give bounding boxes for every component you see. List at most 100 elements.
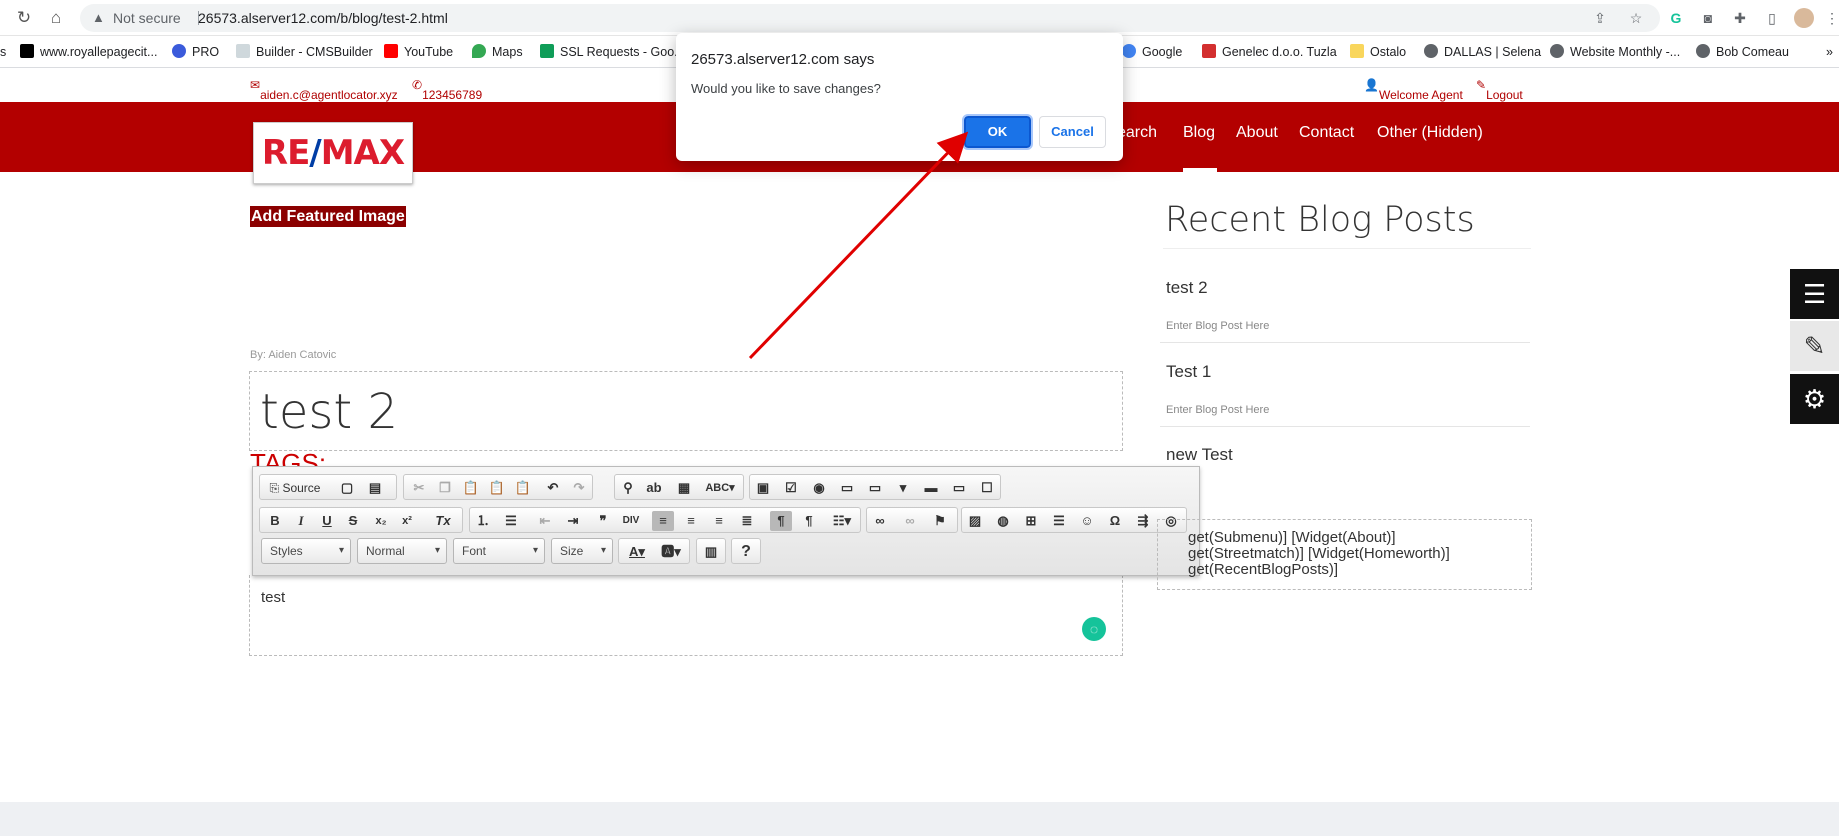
edit-page-icon[interactable]: ✎ <box>1790 321 1839 371</box>
widgets-area[interactable]: get(Submenu)] [Widget(About)] get(Street… <box>1157 519 1532 590</box>
strikethrough-button[interactable]: S <box>342 511 364 531</box>
nav-contact[interactable]: Contact <box>1299 124 1354 148</box>
nav-search[interactable]: earch <box>1117 124 1157 148</box>
sidepanel-icon[interactable]: ▯ <box>1762 8 1782 28</box>
extensions-icon[interactable]: ✚ <box>1730 8 1750 28</box>
bookmark-dallas[interactable]: DALLAS | Selena <box>1424 36 1541 68</box>
add-featured-image-button[interactable]: Add Featured Image <box>250 206 406 227</box>
hidden-field-icon[interactable]: ☐ <box>976 478 998 498</box>
recent-post-title[interactable]: new Test <box>1166 445 1233 465</box>
bookmark-item[interactable]: s <box>0 36 6 68</box>
recent-post-title[interactable]: test 2 <box>1166 278 1208 298</box>
nav-about[interactable]: About <box>1236 124 1278 148</box>
text-color-button[interactable]: A▾ <box>623 542 651 562</box>
bookmark-genelec[interactable]: Genelec d.o.o. Tuzla <box>1202 36 1337 68</box>
source-button[interactable]: ⎘ Source <box>264 478 326 498</box>
menu-icon[interactable]: ⋮ <box>1822 8 1839 28</box>
reload-icon[interactable]: ↻ <box>14 8 34 28</box>
bookmark-google[interactable]: Google <box>1122 36 1182 68</box>
bookmark-folder-ostalo[interactable]: Ostalo <box>1350 36 1406 68</box>
nav-other-hidden[interactable]: Other (Hidden) <box>1377 124 1483 148</box>
italic-button[interactable]: I <box>290 511 312 531</box>
hamburger-menu-icon[interactable]: ☰ <box>1790 269 1839 319</box>
indent-icon[interactable]: ⇥ <box>562 511 584 531</box>
bookmark-bob-comeau[interactable]: Bob Comeau <box>1696 36 1789 68</box>
phone-link[interactable]: ✆ 123456789 <box>412 78 482 102</box>
textfield-icon[interactable]: ▭ <box>836 478 858 498</box>
paste-word-icon[interactable]: 📋 <box>512 478 534 498</box>
select-all-icon[interactable]: ▦ <box>673 478 695 498</box>
div-container-icon[interactable]: DIV <box>620 511 642 531</box>
profile-avatar[interactable] <box>1794 8 1814 28</box>
recent-post-title[interactable]: Test 1 <box>1166 362 1211 382</box>
paste-icon[interactable]: 📋 <box>460 478 482 498</box>
url-input[interactable]: ▲ Not secure 26573.alserver12.com/b/blog… <box>80 4 1660 32</box>
share-icon[interactable]: ⇪ <box>1590 8 1610 28</box>
radio-icon[interactable]: ◉ <box>808 478 830 498</box>
special-char-icon[interactable]: Ω <box>1104 511 1126 531</box>
form-icon[interactable]: ▣ <box>752 478 774 498</box>
format-select[interactable]: Normal <box>357 538 447 564</box>
bold-button[interactable]: B <box>264 511 286 531</box>
bookmark-royallepage[interactable]: www.royallepagecit... <box>20 36 157 68</box>
bulleted-list-icon[interactable]: ☰ <box>500 511 522 531</box>
undo-icon[interactable]: ↶ <box>542 478 564 498</box>
link-icon[interactable]: ∞ <box>869 511 891 531</box>
image-icon[interactable]: ▨ <box>964 511 986 531</box>
align-center-button[interactable]: ≡ <box>680 511 702 531</box>
logout-link[interactable]: ✎ Logout <box>1476 78 1523 102</box>
preview-icon[interactable]: ▤ <box>364 478 386 498</box>
cut-icon[interactable]: ✂ <box>408 478 430 498</box>
dialog-cancel-button[interactable]: Cancel <box>1039 116 1106 148</box>
help-icon[interactable]: ? <box>735 542 757 562</box>
underline-button[interactable]: U <box>316 511 338 531</box>
smiley-icon[interactable]: ☺ <box>1076 511 1098 531</box>
paste-text-icon[interactable]: 📋 <box>486 478 508 498</box>
justify-button[interactable]: ≣ <box>736 511 758 531</box>
align-right-button[interactable]: ≡ <box>708 511 730 531</box>
unlink-icon[interactable]: ∞ <box>899 511 921 531</box>
post-body-editable[interactable]: test <box>249 575 1123 656</box>
superscript-button[interactable]: x² <box>396 511 418 531</box>
email-link[interactable]: ✉ aiden.c@agentlocator.xyz <box>250 78 398 102</box>
flash-icon[interactable]: ◍ <box>992 511 1014 531</box>
background-color-button[interactable]: 🅰▾ <box>657 542 685 562</box>
horizontal-rule-icon[interactable]: ☰ <box>1048 511 1070 531</box>
button-field-icon[interactable]: ▬ <box>920 478 942 498</box>
new-page-icon[interactable]: ▢ <box>336 478 358 498</box>
spellcheck-icon[interactable]: ABC▾ <box>703 478 737 498</box>
table-icon[interactable]: ⊞ <box>1020 511 1042 531</box>
home-icon[interactable]: ⌂ <box>46 8 66 28</box>
font-select[interactable]: Font <box>453 538 545 564</box>
remove-format-button[interactable]: Tx <box>432 511 454 531</box>
bookmark-cmsbuilder[interactable]: Builder - CMSBuilder <box>236 36 373 68</box>
redo-icon[interactable]: ↷ <box>568 478 590 498</box>
bookmark-ssl-requests[interactable]: SSL Requests - Goo... <box>540 36 685 68</box>
dialog-ok-button[interactable]: OK <box>962 114 1033 150</box>
styles-select[interactable]: Styles <box>261 538 351 564</box>
camera-icon[interactable]: ◙ <box>1698 8 1718 28</box>
show-blocks-icon[interactable]: ▥ <box>700 542 722 562</box>
remax-logo[interactable]: RE/MAX <box>253 122 413 184</box>
anchor-flag-icon[interactable]: ⚑ <box>929 511 951 531</box>
settings-gears-icon[interactable]: ⚙ <box>1790 374 1839 424</box>
blockquote-icon[interactable]: ❞ <box>592 511 614 531</box>
align-left-button[interactable]: ≡ <box>652 511 674 531</box>
bookmark-star-icon[interactable]: ☆ <box>1626 8 1646 28</box>
post-title-editable[interactable]: test 2 <box>249 371 1123 451</box>
language-icon[interactable]: ☷▾ <box>826 511 858 531</box>
size-select[interactable]: Size <box>551 538 613 564</box>
page-break-icon[interactable]: ⇶ <box>1132 511 1154 531</box>
bookmark-youtube[interactable]: YouTube <box>384 36 453 68</box>
bookmark-pro[interactable]: PRO <box>172 36 219 68</box>
copy-icon[interactable]: ❐ <box>434 478 456 498</box>
select-field-icon[interactable]: ▾ <box>892 478 914 498</box>
checkbox-icon[interactable]: ☑ <box>780 478 802 498</box>
bookmark-maps[interactable]: Maps <box>472 36 523 68</box>
ltr-button[interactable]: ¶ <box>770 511 792 531</box>
bookmark-website-monthly[interactable]: Website Monthly -... <box>1550 36 1680 68</box>
rtl-button[interactable]: ¶ <box>798 511 820 531</box>
outdent-icon[interactable]: ⇤ <box>534 511 556 531</box>
image-button-icon[interactable]: ▭ <box>948 478 970 498</box>
numbered-list-icon[interactable]: ⒈ <box>472 511 494 531</box>
